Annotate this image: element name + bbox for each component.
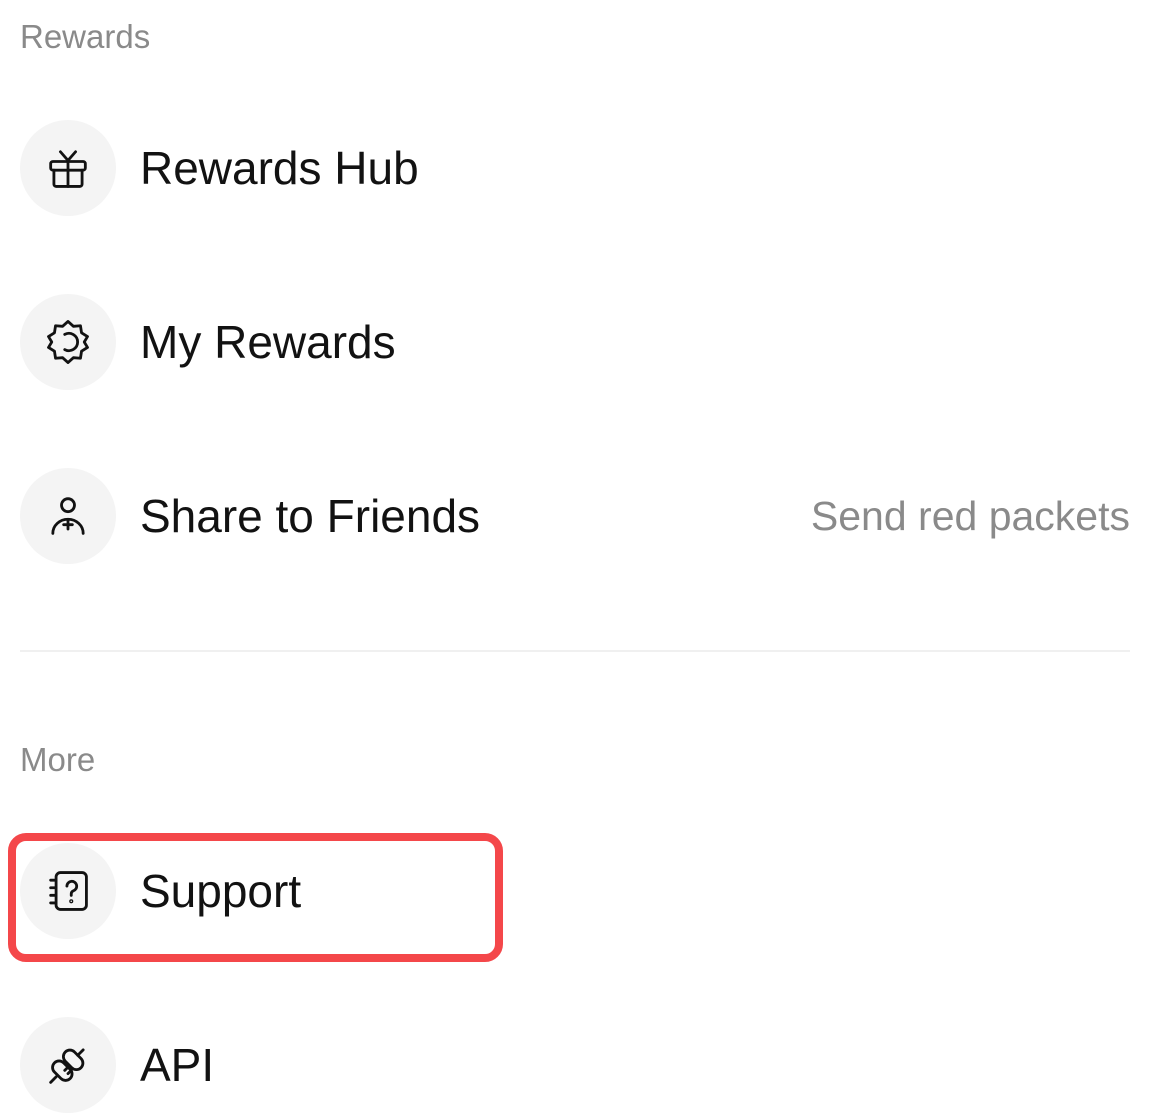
menu-item-label: Support [140, 865, 302, 917]
gift-icon [20, 120, 116, 216]
plug-icon [20, 1017, 116, 1113]
menu-item-rewards-hub[interactable]: Rewards Hub [20, 120, 1130, 216]
section-title-more: More [20, 741, 96, 778]
menu-item-hint: Send red packets [810, 492, 1130, 539]
menu-item-share-to-friends[interactable]: Share to Friends Send red packets [20, 468, 1130, 564]
menu-item-my-rewards[interactable]: My Rewards [20, 294, 1130, 390]
add-friend-icon [20, 468, 116, 564]
badge-icon [20, 294, 116, 390]
menu-item-api[interactable]: API [20, 1017, 1130, 1113]
section-divider [20, 650, 1130, 652]
menu-item-label: API [140, 1039, 215, 1091]
help-book-icon [20, 843, 116, 939]
section-title-rewards: Rewards [20, 18, 151, 55]
menu-item-support[interactable]: Support [20, 843, 1130, 939]
menu-item-label: My Rewards [140, 316, 396, 368]
menu-item-label: Share to Friends [140, 490, 481, 542]
menu-item-label: Rewards Hub [140, 142, 419, 194]
